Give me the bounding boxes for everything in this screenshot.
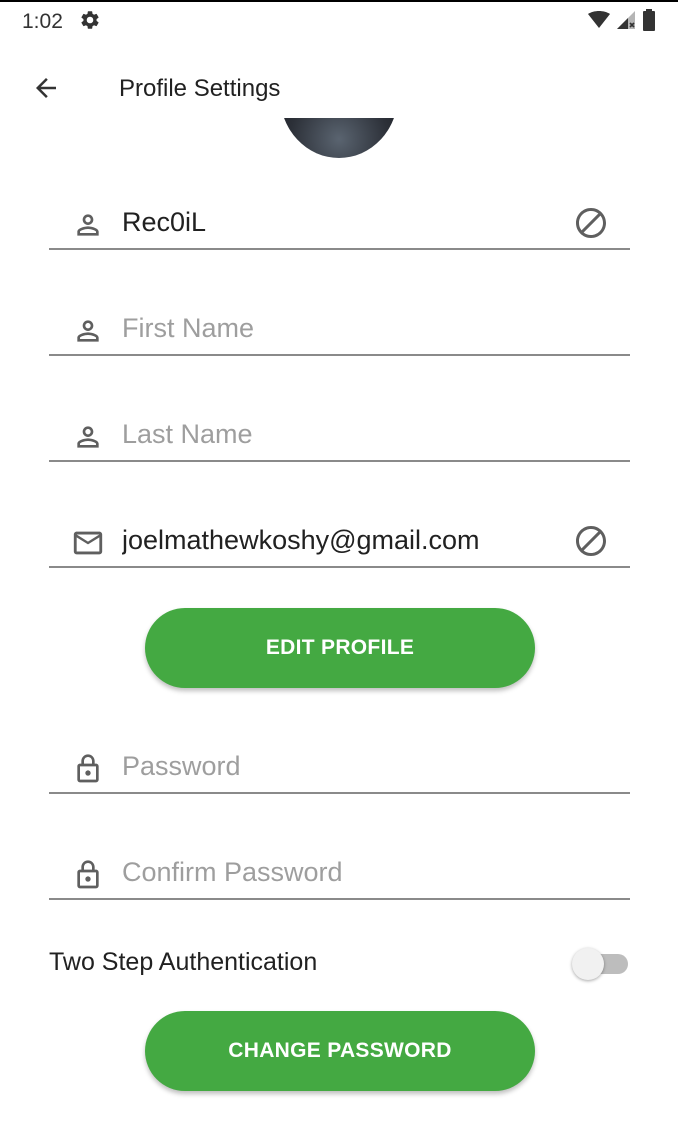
arrow-back-icon	[31, 73, 61, 108]
back-button[interactable]	[26, 70, 66, 110]
email-input[interactable]	[122, 518, 562, 562]
person-icon	[71, 208, 105, 242]
mail-icon	[71, 526, 105, 560]
last-name-input[interactable]	[122, 412, 562, 456]
wifi-icon	[588, 10, 610, 34]
username-field	[49, 190, 630, 250]
username-input[interactable]	[122, 200, 562, 244]
status-left: 1:02	[22, 9, 101, 36]
password-field	[49, 734, 630, 794]
app-bar: Profile Settings	[0, 60, 678, 118]
avatar-image	[284, 118, 394, 158]
lock-icon	[71, 858, 105, 892]
cellular-signal-icon	[616, 10, 636, 35]
first-name-input[interactable]	[122, 306, 562, 350]
block-icon	[572, 204, 610, 242]
block-icon	[572, 522, 610, 560]
status-time: 1:02	[22, 10, 63, 33]
change-password-button[interactable]: CHANGE PASSWORD	[145, 1011, 535, 1091]
edit-profile-button[interactable]: EDIT PROFILE	[145, 608, 535, 688]
two-step-label: Two Step Authentication	[49, 948, 318, 976]
status-bar: 1:02	[0, 2, 678, 42]
settings-gear-icon	[79, 9, 101, 36]
person-icon	[71, 420, 105, 454]
toggle-thumb	[572, 948, 604, 980]
status-right	[588, 8, 656, 36]
battery-icon	[642, 8, 656, 36]
password-input[interactable]	[122, 744, 562, 788]
last-name-field	[49, 402, 630, 462]
person-icon	[71, 314, 105, 348]
lock-icon	[71, 752, 105, 786]
confirm-password-field	[49, 840, 630, 900]
avatar[interactable]	[284, 118, 394, 158]
two-step-toggle[interactable]	[572, 948, 628, 980]
confirm-password-input[interactable]	[122, 850, 562, 894]
email-field	[49, 508, 630, 568]
page-title: Profile Settings	[119, 75, 281, 102]
first-name-field	[49, 296, 630, 356]
